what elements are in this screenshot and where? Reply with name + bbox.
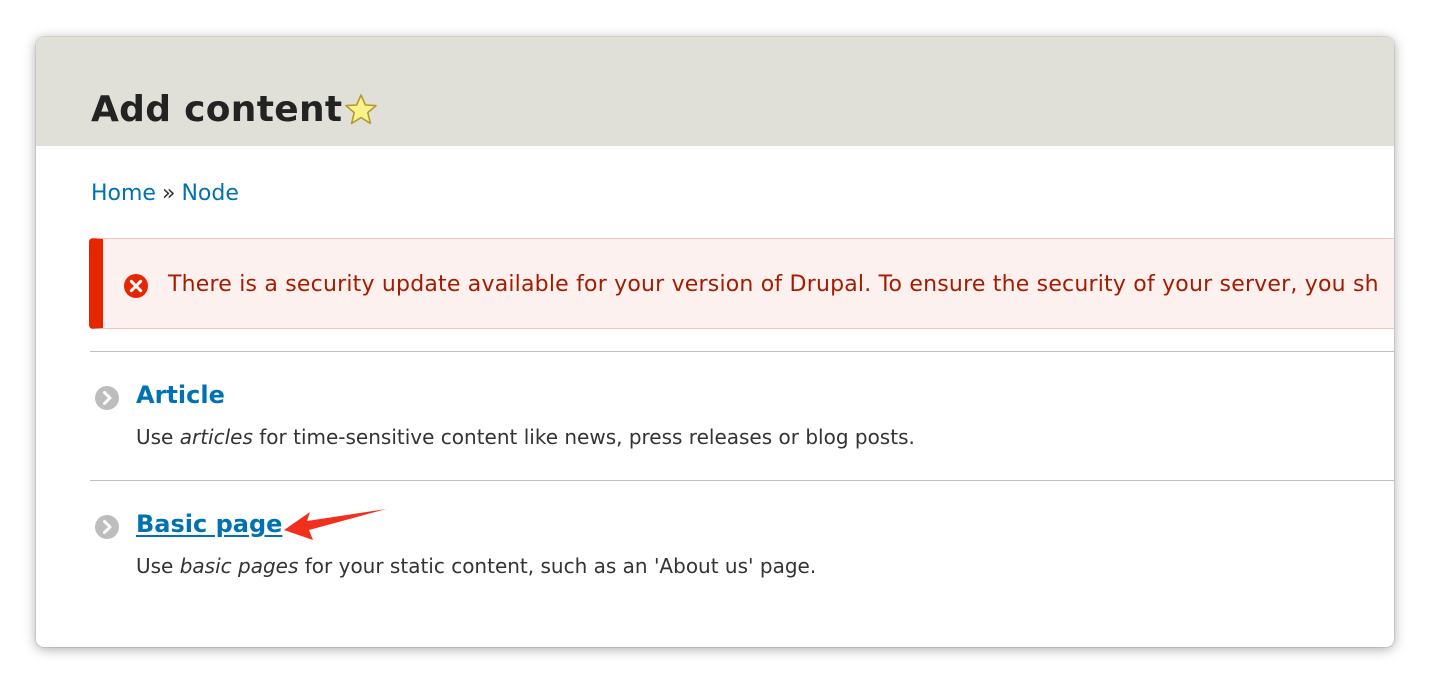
breadcrumb-node[interactable]: Node [181,181,238,206]
breadcrumb-separator: » [161,181,176,206]
article-description: Use articles for time-sensitive content … [136,425,915,449]
error-message-text: There is a security update available for… [168,272,1379,297]
chevron-right-circle-icon [95,515,119,539]
basic-page-link[interactable]: Basic page [136,509,282,539]
breadcrumb-home[interactable]: Home [91,181,156,206]
page-header: Add content [36,37,1394,146]
error-x-icon [124,274,148,298]
list-divider [90,480,1394,481]
error-message: There is a security update available for… [89,238,1394,329]
browser-window: Add content Home» Node There is a securit… [36,37,1394,647]
basic-page-description: Use basic pages for your static content,… [136,554,817,578]
chevron-right-circle-icon [95,386,119,410]
breadcrumb: Home» Node [91,180,239,208]
list-divider [90,351,1394,352]
star-icon[interactable] [344,93,378,127]
article-link[interactable]: Article [136,380,225,410]
page-title: Add content [91,89,343,130]
red-pointer-arrow-icon [284,509,386,540]
